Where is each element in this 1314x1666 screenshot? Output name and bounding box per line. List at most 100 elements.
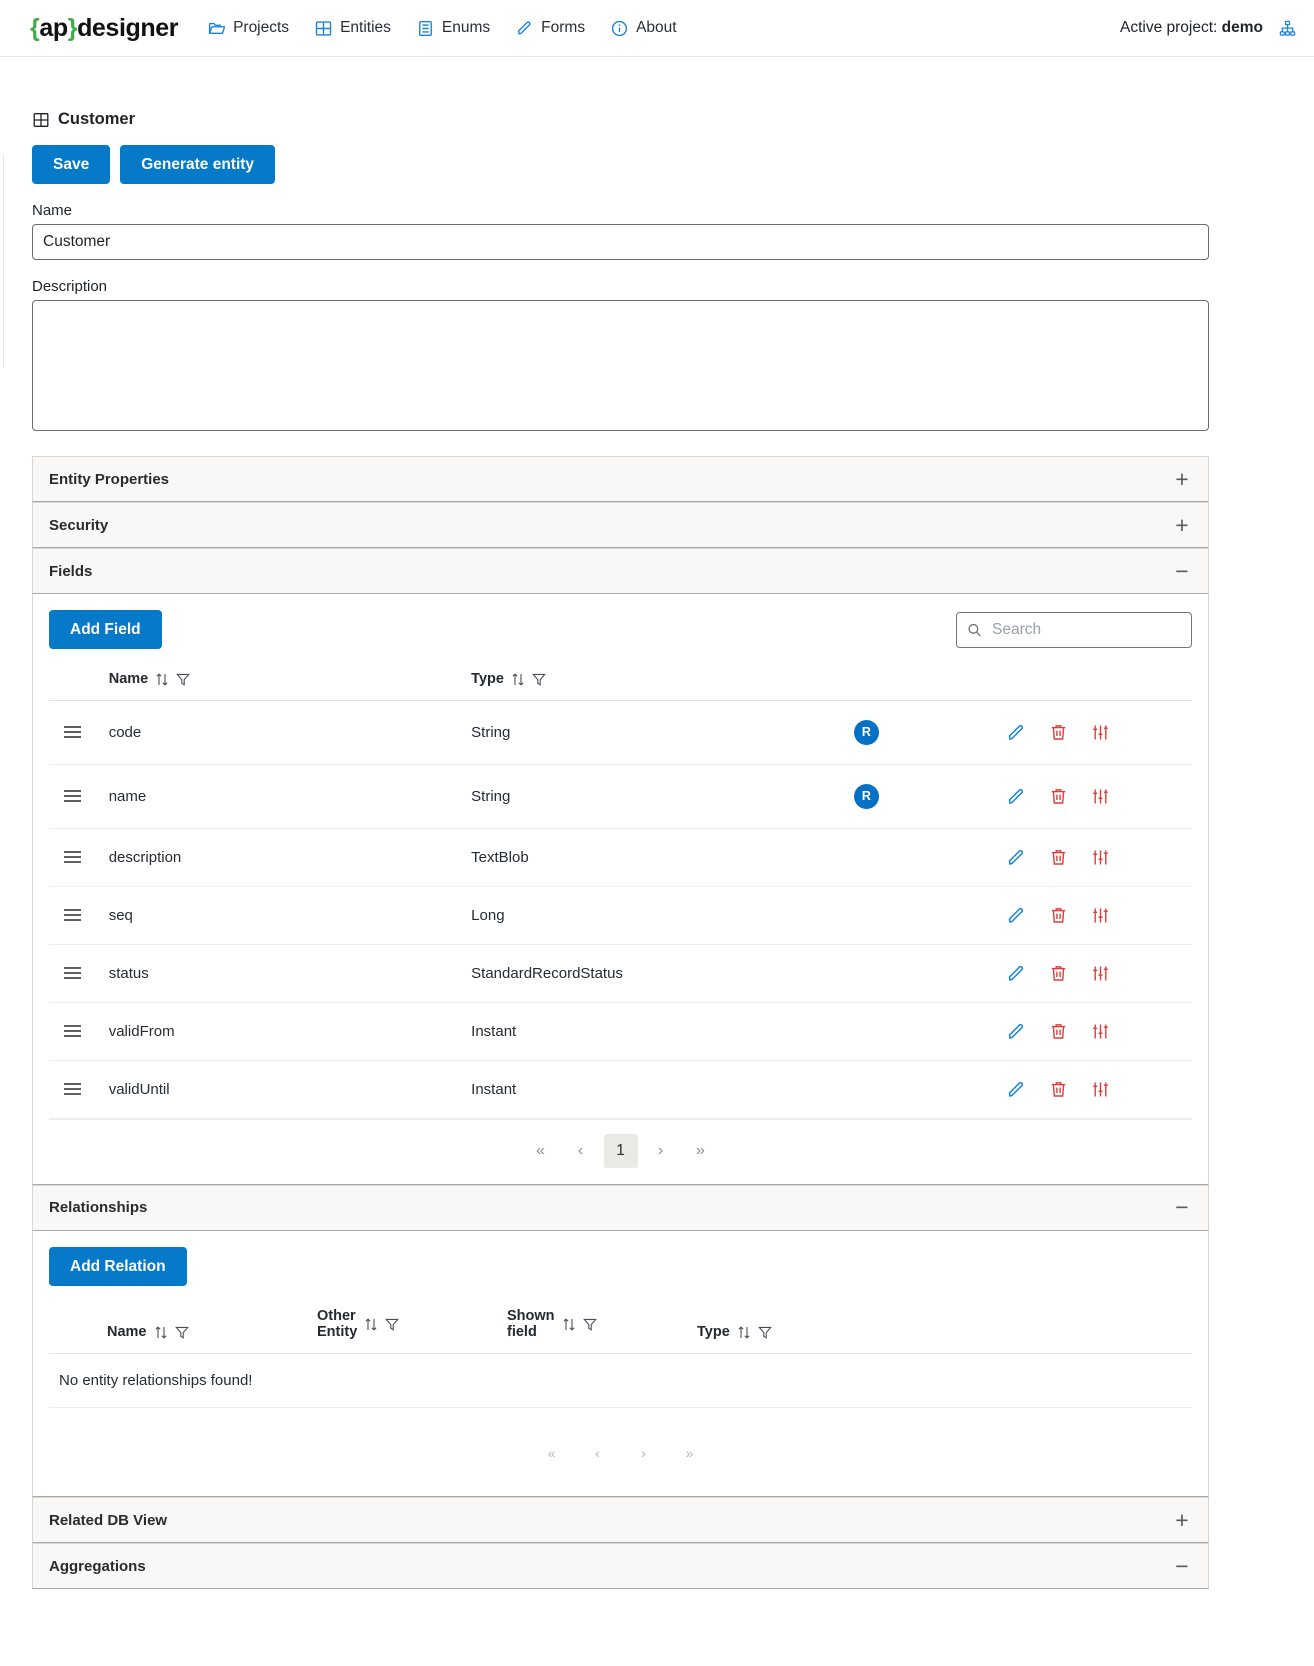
sort-icon[interactable] — [562, 1317, 576, 1332]
accordion-header-security[interactable]: Security + — [32, 502, 1209, 548]
delete-icon[interactable] — [1049, 906, 1068, 925]
table-row[interactable]: seqLong — [49, 886, 1192, 944]
rel-pagination-first-button[interactable]: « — [535, 1436, 569, 1470]
fields-search-input[interactable] — [956, 612, 1192, 648]
drag-handle-icon[interactable] — [63, 725, 82, 739]
rel-other-entity-line2: Entity — [317, 1324, 357, 1340]
drag-handle-cell[interactable] — [49, 944, 109, 1002]
nav-item-about[interactable]: About — [611, 19, 677, 37]
table-row[interactable]: validUntilInstant — [49, 1060, 1192, 1118]
rel-col-type[interactable]: Type — [697, 1300, 1192, 1354]
sort-icon[interactable] — [154, 1325, 168, 1340]
field-type-cell: StandardRecordStatus — [471, 944, 842, 1002]
accordion-header-related-db-view[interactable]: Related DB View + — [32, 1497, 1209, 1543]
delete-icon[interactable] — [1049, 964, 1068, 983]
pagination-page-1-button[interactable]: 1 — [604, 1134, 638, 1168]
delete-icon[interactable] — [1049, 723, 1068, 742]
drag-handle-cell[interactable] — [49, 764, 109, 828]
accordion-header-relationships[interactable]: Relationships − — [32, 1185, 1209, 1231]
accordion-header-fields[interactable]: Fields − — [32, 548, 1209, 594]
nav-item-enums[interactable]: Enums — [417, 19, 490, 37]
delete-icon[interactable] — [1049, 1022, 1068, 1041]
edit-icon[interactable] — [1007, 848, 1026, 867]
drag-handle-cell[interactable] — [49, 886, 109, 944]
delete-icon[interactable] — [1049, 787, 1068, 806]
plus-icon[interactable]: + — [1173, 1509, 1191, 1532]
settings-sliders-icon[interactable] — [1091, 906, 1110, 925]
pagination-next-button[interactable]: › — [644, 1134, 678, 1168]
pagination-last-button[interactable]: » — [684, 1134, 718, 1168]
left-edge-sliver — [0, 154, 4, 368]
sort-icon[interactable] — [737, 1325, 751, 1340]
drag-handle-cell[interactable] — [49, 700, 109, 764]
table-row[interactable]: validFromInstant — [49, 1002, 1192, 1060]
drag-handle-icon[interactable] — [63, 1082, 82, 1096]
edit-icon[interactable] — [1007, 1022, 1026, 1041]
drag-handle-cell[interactable] — [49, 828, 109, 886]
drag-handle-cell[interactable] — [49, 1002, 109, 1060]
generate-entity-button[interactable]: Generate entity — [120, 145, 275, 184]
filter-icon[interactable] — [583, 1317, 597, 1332]
accordion-header-entity-properties[interactable]: Entity Properties + — [32, 456, 1209, 502]
minus-icon[interactable]: − — [1173, 560, 1191, 583]
add-relation-button[interactable]: Add Relation — [49, 1247, 187, 1286]
delete-icon[interactable] — [1049, 1080, 1068, 1099]
minus-icon[interactable]: − — [1173, 1196, 1191, 1219]
drag-handle-icon[interactable] — [63, 1024, 82, 1038]
drag-handle-cell[interactable] — [49, 1060, 109, 1118]
add-field-button[interactable]: Add Field — [49, 610, 162, 649]
table-row[interactable]: nameStringR — [49, 764, 1192, 828]
settings-sliders-icon[interactable] — [1091, 787, 1110, 806]
nav-item-entities[interactable]: Entities — [315, 19, 391, 37]
rel-col-shown-field[interactable]: Shownfield — [507, 1300, 697, 1354]
edit-icon[interactable] — [1007, 787, 1026, 806]
app-logo[interactable]: {ap}designer — [30, 14, 178, 43]
minus-icon[interactable]: − — [1173, 1555, 1191, 1578]
rel-pagination-next-button[interactable]: › — [627, 1436, 661, 1470]
settings-sliders-icon[interactable] — [1091, 1022, 1110, 1041]
nav-item-projects[interactable]: Projects — [208, 19, 289, 37]
sort-icon[interactable] — [511, 672, 525, 687]
filter-icon[interactable] — [758, 1325, 772, 1340]
edit-icon[interactable] — [1007, 906, 1026, 925]
edit-icon[interactable] — [1007, 723, 1026, 742]
plus-icon[interactable]: + — [1173, 468, 1191, 491]
settings-sliders-icon[interactable] — [1091, 964, 1110, 983]
drag-handle-icon[interactable] — [63, 789, 82, 803]
name-input[interactable] — [32, 224, 1209, 260]
sort-icon[interactable] — [155, 672, 169, 687]
settings-sliders-icon[interactable] — [1091, 848, 1110, 867]
delete-icon[interactable] — [1049, 848, 1068, 867]
table-row[interactable]: statusStandardRecordStatus — [49, 944, 1192, 1002]
filter-icon[interactable] — [175, 1325, 189, 1340]
settings-sliders-icon[interactable] — [1091, 1080, 1110, 1099]
drag-handle-icon[interactable] — [63, 966, 82, 980]
filter-icon[interactable] — [176, 672, 190, 687]
settings-sliders-icon[interactable] — [1091, 723, 1110, 742]
fields-col-name-label: Name — [109, 671, 149, 688]
sitemap-icon[interactable] — [1279, 20, 1296, 37]
pagination-first-button[interactable]: « — [524, 1134, 558, 1168]
rel-col-name[interactable]: Name — [107, 1300, 317, 1354]
edit-icon[interactable] — [1007, 964, 1026, 983]
rel-pagination-last-button[interactable]: » — [673, 1436, 707, 1470]
rel-pagination-prev-button[interactable]: ‹ — [581, 1436, 615, 1470]
drag-handle-icon[interactable] — [63, 908, 82, 922]
sort-icon[interactable] — [364, 1317, 378, 1332]
fields-col-type[interactable]: Type — [471, 663, 842, 700]
save-button[interactable]: Save — [32, 145, 110, 184]
edit-icon[interactable] — [1007, 1080, 1026, 1099]
description-textarea[interactable] — [32, 300, 1209, 431]
nav-item-forms[interactable]: Forms — [516, 19, 585, 37]
table-row[interactable]: codeStringR — [49, 700, 1192, 764]
filter-icon[interactable] — [385, 1317, 399, 1332]
rel-col-other-entity[interactable]: OtherEntity — [317, 1300, 507, 1354]
plus-icon[interactable]: + — [1173, 514, 1191, 537]
accordion-title-related-db-view: Related DB View — [49, 1512, 167, 1529]
table-row[interactable]: descriptionTextBlob — [49, 828, 1192, 886]
fields-col-name[interactable]: Name — [109, 663, 471, 700]
pagination-prev-button[interactable]: ‹ — [564, 1134, 598, 1168]
accordion-header-aggregations[interactable]: Aggregations − — [32, 1543, 1209, 1589]
drag-handle-icon[interactable] — [63, 850, 82, 864]
filter-icon[interactable] — [532, 672, 546, 687]
